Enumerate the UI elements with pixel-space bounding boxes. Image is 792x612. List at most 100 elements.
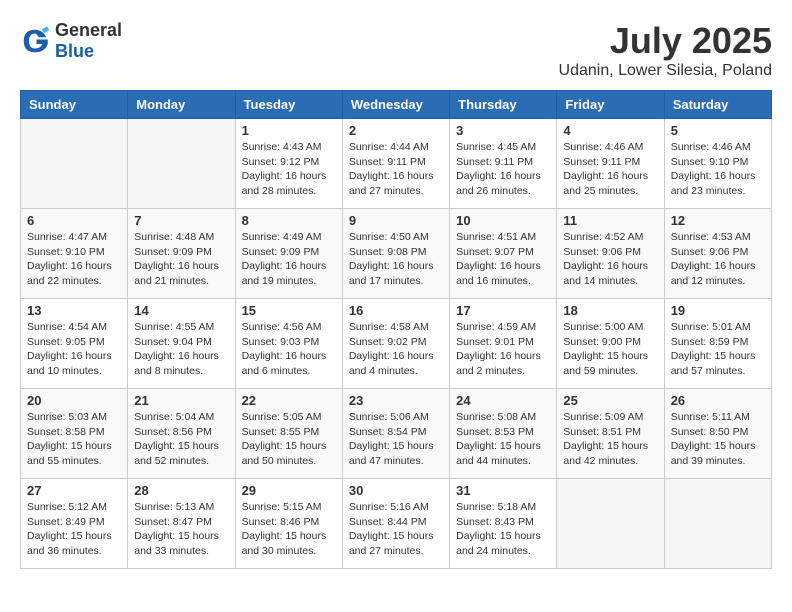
day-number: 24 (456, 393, 550, 408)
day-info: Sunrise: 4:45 AM Sunset: 9:11 PM Dayligh… (456, 140, 550, 199)
calendar-cell: 22Sunrise: 5:05 AM Sunset: 8:55 PM Dayli… (235, 389, 342, 479)
day-info: Sunrise: 4:58 AM Sunset: 9:02 PM Dayligh… (349, 320, 443, 379)
calendar-cell (21, 119, 128, 209)
day-number: 13 (27, 303, 121, 318)
page-header: General Blue July 2025 Udanin, Lower Sil… (20, 20, 772, 80)
day-info: Sunrise: 5:06 AM Sunset: 8:54 PM Dayligh… (349, 410, 443, 469)
day-number: 3 (456, 123, 550, 138)
calendar-cell: 28 Sunrise: 5:13 AM Sunset: 8:47 PM Dayli… (128, 479, 235, 569)
calendar-table: SundayMondayTuesdayWednesdayThursdayFrid… (20, 90, 772, 569)
calendar-cell: 4 Sunrise: 4:46 AM Sunset: 9:11 PM Daylig… (557, 119, 664, 209)
day-info: Sunrise: 4:56 AM Sunset: 9:03 PM Dayligh… (242, 320, 336, 379)
day-info: Sunrise: 5:08 AM Sunset: 8:53 PM Dayligh… (456, 410, 550, 469)
day-info: Sunrise: 4:43 AM Sunset: 9:12 PM Dayligh… (242, 140, 336, 199)
day-info: Sunrise: 4:52 AM Sunset: 9:06 PM Dayligh… (563, 230, 657, 289)
calendar-cell: 3 Sunrise: 4:45 AM Sunset: 9:11 PM Daylig… (450, 119, 557, 209)
day-info: Sunrise: 4:44 AM Sunset: 9:11 PM Dayligh… (349, 140, 443, 199)
calendar-cell: 10 Sunrise: 4:51 AM Sunset: 9:07 PM Dayli… (450, 209, 557, 299)
day-info: Sunrise: 5:01 AM Sunset: 8:59 PM Dayligh… (671, 320, 765, 379)
day-number: 15 (242, 303, 336, 318)
calendar-cell: 1 Sunrise: 4:43 AM Sunset: 9:12 PM Daylig… (235, 119, 342, 209)
calendar-week-row: 20 Sunrise: 5:03 AM Sunset: 8:58 PM Dayli… (21, 389, 772, 479)
calendar-cell: 29 Sunrise: 5:15 AM Sunset: 8:46 PM Dayli… (235, 479, 342, 569)
day-number: 26 (671, 393, 765, 408)
calendar-cell: 2Sunrise: 4:44 AM Sunset: 9:11 PM Daylig… (342, 119, 449, 209)
calendar-cell: 31Sunrise: 5:18 AM Sunset: 8:43 PM Dayli… (450, 479, 557, 569)
calendar-cell: 18Sunrise: 5:00 AM Sunset: 9:00 PM Dayli… (557, 299, 664, 389)
day-info: Sunrise: 5:15 AM Sunset: 8:46 PM Dayligh… (242, 500, 336, 559)
day-number: 19 (671, 303, 765, 318)
day-number: 12 (671, 213, 765, 228)
day-number: 23 (349, 393, 443, 408)
day-number: 5 (671, 123, 765, 138)
day-info: Sunrise: 4:59 AM Sunset: 9:01 PM Dayligh… (456, 320, 550, 379)
calendar-cell (557, 479, 664, 569)
day-info: Sunrise: 5:04 AM Sunset: 8:56 PM Dayligh… (134, 410, 228, 469)
calendar-cell: 8Sunrise: 4:49 AM Sunset: 9:09 PM Daylig… (235, 209, 342, 299)
day-number: 11 (563, 213, 657, 228)
calendar-cell: 23 Sunrise: 5:06 AM Sunset: 8:54 PM Dayli… (342, 389, 449, 479)
day-info: Sunrise: 4:46 AM Sunset: 9:11 PM Dayligh… (563, 140, 657, 199)
day-info: Sunrise: 4:50 AM Sunset: 9:08 PM Dayligh… (349, 230, 443, 289)
day-info: Sunrise: 4:47 AM Sunset: 9:10 PM Dayligh… (27, 230, 121, 289)
day-number: 29 (242, 483, 336, 498)
calendar-cell: 16 Sunrise: 4:58 AM Sunset: 9:02 PM Dayli… (342, 299, 449, 389)
weekday-header: Monday (128, 91, 235, 119)
day-number: 10 (456, 213, 550, 228)
day-number: 30 (349, 483, 443, 498)
day-info: Sunrise: 5:13 AM Sunset: 8:47 PM Dayligh… (134, 500, 228, 559)
weekday-header: Wednesday (342, 91, 449, 119)
calendar-week-row: 1 Sunrise: 4:43 AM Sunset: 9:12 PM Daylig… (21, 119, 772, 209)
calendar-cell: 26 Sunrise: 5:11 AM Sunset: 8:50 PM Dayli… (664, 389, 771, 479)
day-info: Sunrise: 5:16 AM Sunset: 8:44 PM Dayligh… (349, 500, 443, 559)
day-info: Sunrise: 4:51 AM Sunset: 9:07 PM Dayligh… (456, 230, 550, 289)
calendar-cell: 9Sunrise: 4:50 AM Sunset: 9:08 PM Daylig… (342, 209, 449, 299)
day-info: Sunrise: 4:48 AM Sunset: 9:09 PM Dayligh… (134, 230, 228, 289)
weekday-header: Tuesday (235, 91, 342, 119)
day-info: Sunrise: 5:12 AM Sunset: 8:49 PM Dayligh… (27, 500, 121, 559)
calendar-cell: 24 Sunrise: 5:08 AM Sunset: 8:53 PM Dayli… (450, 389, 557, 479)
day-info: Sunrise: 5:03 AM Sunset: 8:58 PM Dayligh… (27, 410, 121, 469)
day-number: 22 (242, 393, 336, 408)
calendar-cell (128, 119, 235, 209)
weekday-header-row: SundayMondayTuesdayWednesdayThursdayFrid… (21, 91, 772, 119)
day-info: Sunrise: 5:11 AM Sunset: 8:50 PM Dayligh… (671, 410, 765, 469)
calendar-cell: 25 Sunrise: 5:09 AM Sunset: 8:51 PM Dayli… (557, 389, 664, 479)
day-number: 20 (27, 393, 121, 408)
day-number: 4 (563, 123, 657, 138)
calendar-week-row: 13Sunrise: 4:54 AM Sunset: 9:05 PM Dayli… (21, 299, 772, 389)
day-number: 28 (134, 483, 228, 498)
day-number: 7 (134, 213, 228, 228)
logo-icon (20, 26, 50, 56)
day-number: 21 (134, 393, 228, 408)
logo-general-text: General (55, 20, 122, 41)
weekday-header: Saturday (664, 91, 771, 119)
day-number: 16 (349, 303, 443, 318)
calendar-cell: 11 Sunrise: 4:52 AM Sunset: 9:06 PM Dayli… (557, 209, 664, 299)
calendar-cell: 27Sunrise: 5:12 AM Sunset: 8:49 PM Dayli… (21, 479, 128, 569)
calendar-cell (664, 479, 771, 569)
day-number: 1 (242, 123, 336, 138)
location-text: Udanin, Lower Silesia, Poland (559, 62, 772, 80)
calendar-cell: 5Sunrise: 4:46 AM Sunset: 9:10 PM Daylig… (664, 119, 771, 209)
weekday-header: Thursday (450, 91, 557, 119)
calendar-cell: 7 Sunrise: 4:48 AM Sunset: 9:09 PM Daylig… (128, 209, 235, 299)
calendar-cell: 6Sunrise: 4:47 AM Sunset: 9:10 PM Daylig… (21, 209, 128, 299)
day-number: 17 (456, 303, 550, 318)
calendar-cell: 13Sunrise: 4:54 AM Sunset: 9:05 PM Dayli… (21, 299, 128, 389)
calendar-cell: 30 Sunrise: 5:16 AM Sunset: 8:44 PM Dayli… (342, 479, 449, 569)
title-block: July 2025 Udanin, Lower Silesia, Poland (559, 20, 772, 80)
calendar-cell: 20 Sunrise: 5:03 AM Sunset: 8:58 PM Dayli… (21, 389, 128, 479)
weekday-header: Friday (557, 91, 664, 119)
weekday-header: Sunday (21, 91, 128, 119)
calendar-cell: 17 Sunrise: 4:59 AM Sunset: 9:01 PM Dayli… (450, 299, 557, 389)
day-info: Sunrise: 4:49 AM Sunset: 9:09 PM Dayligh… (242, 230, 336, 289)
calendar-cell: 19 Sunrise: 5:01 AM Sunset: 8:59 PM Dayli… (664, 299, 771, 389)
logo-blue-text: Blue (55, 41, 122, 62)
month-title: July 2025 (559, 20, 772, 62)
day-info: Sunrise: 5:09 AM Sunset: 8:51 PM Dayligh… (563, 410, 657, 469)
day-number: 14 (134, 303, 228, 318)
day-info: Sunrise: 4:55 AM Sunset: 9:04 PM Dayligh… (134, 320, 228, 379)
calendar-cell: 12Sunrise: 4:53 AM Sunset: 9:06 PM Dayli… (664, 209, 771, 299)
day-number: 25 (563, 393, 657, 408)
